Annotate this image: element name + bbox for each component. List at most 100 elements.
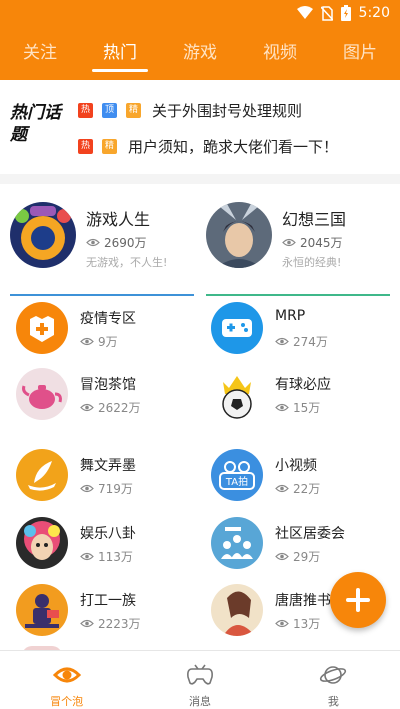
view-count: 113万 [80, 548, 133, 565]
hot-tag: 热 [78, 138, 93, 154]
view-count: 2690万 [86, 234, 147, 251]
hot-topic-title: 关于外围封号处理规则 [152, 101, 303, 120]
view-count-value: 2622万 [98, 401, 141, 415]
community-item[interactable]: TA拍 小视频 22万 [211, 449, 400, 511]
view-count: 22万 [275, 480, 320, 497]
community-name: 有球必应 [275, 377, 331, 393]
community-name: 幻想三国 [282, 210, 347, 229]
community-slogan: 永恒的经典! [282, 256, 342, 269]
view-count: 2223万 [80, 615, 141, 632]
view-count-value: 2045万 [300, 236, 343, 250]
view-count: 274万 [275, 333, 328, 350]
community-item[interactable]: 娱乐八卦 113万 [16, 517, 206, 579]
eye-icon [80, 484, 94, 493]
neighborhood-icon [211, 517, 263, 569]
view-count: 719万 [80, 480, 133, 497]
bottom-tab-label: 冒个泡 [50, 695, 84, 708]
tab-video[interactable]: 视频 [240, 28, 320, 80]
community-name: 游戏人生 [86, 210, 151, 229]
bottom-tab-me[interactable]: 我 [267, 651, 400, 709]
community-item[interactable]: 疫情专区 9万 [16, 302, 206, 364]
bottom-tab-messages[interactable]: 消息 [133, 651, 266, 709]
featured-community-card[interactable]: 幻想三国 2045万 永恒的经典! [206, 198, 390, 296]
view-count: 2622万 [80, 399, 141, 416]
battery-charging-icon [340, 5, 351, 21]
epidemic-zone-icon [16, 302, 68, 354]
community-name: 唐唐推书 [275, 593, 331, 609]
soccer-crown-icon [211, 368, 263, 420]
gamepad-message-icon [187, 664, 213, 685]
view-count-value: 274万 [293, 335, 328, 349]
bottom-tab-label: 消息 [188, 695, 211, 708]
status-time: 5:20 [358, 5, 390, 21]
bottom-tab-bubble[interactable]: 冒个泡 [0, 651, 133, 709]
eye-icon [275, 337, 289, 346]
eye-icon [80, 403, 94, 412]
top-tag: 顶 [102, 102, 117, 118]
eye-icon [80, 337, 94, 346]
eye-icon [275, 619, 289, 628]
eye-bubble-icon [52, 667, 81, 683]
eye-icon [80, 552, 94, 561]
eye-icon [80, 619, 94, 628]
view-count-value: 13万 [293, 617, 321, 631]
tab-games[interactable]: 游戏 [160, 28, 240, 80]
view-count: 9万 [80, 333, 118, 350]
view-count: 15万 [275, 399, 320, 416]
hot-topics-logo: 热门话题 [10, 103, 61, 145]
community-name: 舞文弄墨 [80, 458, 136, 474]
book-recommend-avatar [211, 584, 263, 636]
community-item[interactable]: 舞文弄墨 719万 [16, 449, 206, 511]
community-name: 打工一族 [80, 593, 136, 609]
tab-pictures[interactable]: 图片 [320, 28, 400, 80]
view-count-value: 29万 [293, 550, 321, 564]
view-count-value: 719万 [98, 482, 133, 496]
featured-tag: 精 [102, 138, 117, 154]
community-name: 疫情专区 [80, 311, 136, 327]
hot-tag: 热 [78, 102, 93, 118]
divider-line [10, 294, 194, 296]
view-count: 2045万 [282, 234, 343, 251]
community-item[interactable]: 打工一族 2223万 [16, 584, 206, 646]
tab-follow[interactable]: 关注 [0, 28, 80, 80]
worker-avatar [16, 584, 68, 636]
status-bar: 5:20 [0, 0, 400, 28]
community-slogan: 无游戏，不人生! [86, 256, 168, 269]
community-name: 娱乐八卦 [80, 526, 136, 542]
bottom-nav: 冒个泡 消息 我 [0, 650, 400, 709]
eye-icon [86, 238, 100, 247]
community-item[interactable]: 社区居委会 29万 [211, 517, 400, 579]
ta-camera-icon: TA拍 [211, 449, 263, 501]
entertainment-avatar [16, 517, 68, 569]
community-name: MRP [275, 308, 306, 324]
view-count-value: 113万 [98, 550, 133, 564]
hot-topic-item[interactable]: 热 顶 精 关于外围封号处理规则 [78, 98, 302, 122]
view-count-value: 15万 [293, 401, 321, 415]
teapot-icon [16, 368, 68, 420]
community-name: 小视频 [275, 458, 317, 474]
community-item[interactable]: MRP 274万 [211, 302, 400, 364]
community-avatar [10, 202, 76, 268]
hot-topic-item[interactable]: 热 精 用户须知，跪求大佬们看一下！ [78, 134, 338, 158]
eye-icon [275, 552, 289, 561]
gamepad-icon [211, 302, 263, 354]
view-count: 13万 [275, 615, 320, 632]
view-count-value: 2223万 [98, 617, 141, 631]
view-count-value: 2690万 [104, 236, 147, 250]
community-name: 冒泡茶馆 [80, 377, 136, 393]
eye-icon [275, 403, 289, 412]
featured-tag: 精 [126, 102, 141, 118]
view-count-value: 22万 [293, 482, 321, 496]
community-item[interactable]: 冒泡茶馆 2622万 [16, 368, 206, 430]
planet-icon [320, 666, 347, 684]
featured-community-card[interactable]: 游戏人生 2690万 无游戏，不人生! [10, 198, 194, 296]
wifi-icon [296, 6, 313, 19]
ta-camera-label: TA拍 [225, 475, 248, 488]
add-post-button[interactable] [330, 572, 386, 628]
community-item[interactable]: 有球必应 15万 [211, 368, 400, 430]
view-count-value: 9万 [98, 335, 118, 349]
view-count: 29万 [275, 548, 320, 565]
community-name: 社区居委会 [275, 526, 345, 542]
hot-topics-panel: 热门话题 热 顶 精 关于外围封号处理规则 热 精 用户须知，跪求大佬们看一下！ [0, 80, 400, 174]
tab-hot[interactable]: 热门 [80, 28, 160, 80]
